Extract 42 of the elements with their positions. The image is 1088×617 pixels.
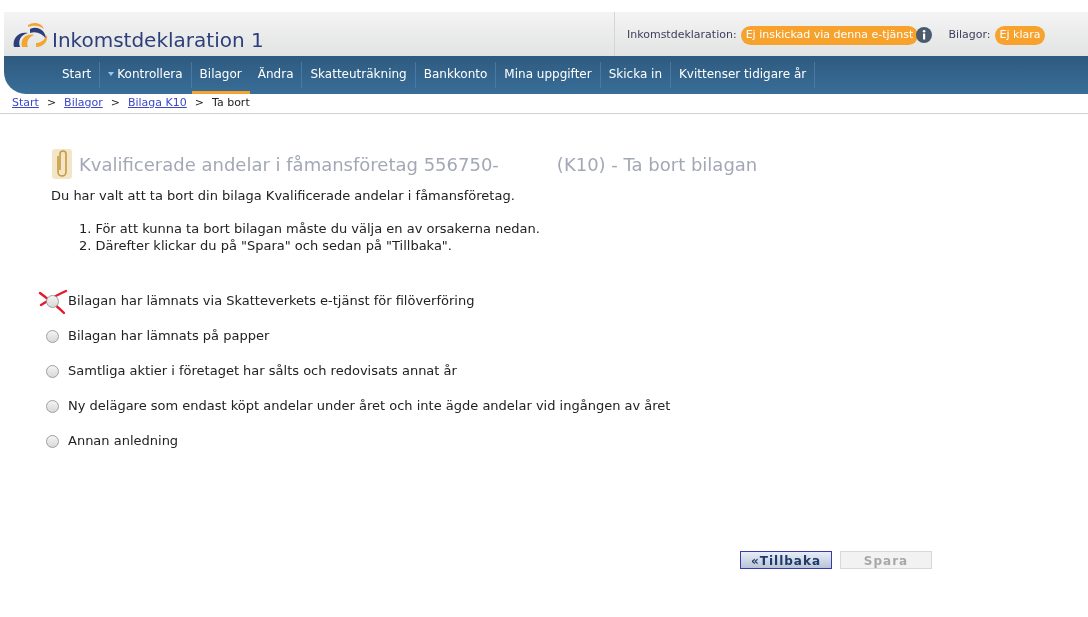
breadcrumb-link[interactable]: Bilaga K10	[127, 95, 187, 112]
page-title: Kvalificerade andelar i fåmansföretag 556750-	[79, 152, 499, 177]
breadcrumb-link[interactable]: Bilagor	[64, 95, 103, 112]
status-badge: Ej inskickad via denna e-tjänst	[740, 26, 919, 45]
page-title-suffix: (K10) - Ta bort bilagan	[556, 152, 758, 177]
radio-label: Annan anledning	[68, 432, 179, 451]
radio-button[interactable]	[46, 364, 59, 378]
nav-tab[interactable]: Bilagor	[191, 56, 250, 94]
nav-tab[interactable]: Skatteuträkning	[302, 56, 415, 94]
breadcrumb-separator: >	[110, 95, 120, 112]
nav-tab[interactable]: Kontrollera	[100, 56, 191, 94]
nav-tab[interactable]: Bankkonto	[415, 56, 496, 94]
status-badge: Ej klara	[994, 26, 1046, 45]
dropdown-caret-icon	[108, 71, 115, 76]
radio-button[interactable]	[46, 329, 59, 343]
step-text: Därefter klickar du på "Spara" och sedan på "Tillbaka".	[95, 236, 452, 254]
radio-button[interactable]	[46, 399, 59, 413]
breadcrumb-separator: >	[46, 95, 57, 112]
radio-label: Bilagan har lämnats på papper	[68, 327, 270, 346]
breadcrumb-link[interactable]: Start	[12, 95, 39, 112]
intro-text: Du har valt att ta bort din bilaga Kvalificerade andelar i fåmansföretag.	[51, 187, 516, 205]
nav-tab[interactable]: Ändra	[249, 56, 302, 94]
form-button[interactable]: «Tillbaka	[740, 550, 832, 569]
breadcrumb-separator: >	[194, 95, 204, 112]
nav-tab[interactable]: Start	[54, 56, 100, 94]
info-icon[interactable]	[916, 27, 933, 44]
nav-tab[interactable]: Skicka in	[600, 56, 670, 94]
radio-label: Bilagan har lämnats via Skatteverkets e-tjänst för filöverföring	[68, 292, 475, 311]
step-number: 1.	[79, 219, 92, 237]
status-label: Inkomstdeklaration:	[627, 27, 737, 43]
nav-tab[interactable]: Mina uppgifter	[496, 56, 600, 94]
breadcrumb-current: Ta bort	[212, 95, 250, 112]
radio-label: Ny delägare som endast köpt andelar under året och inte ägde andelar vid ingången av året	[68, 397, 671, 416]
app-title: Inkomstdeklaration 1	[52, 28, 264, 52]
radio-label: Samtliga aktier i företaget har sålts och redovisats annat år	[68, 362, 457, 381]
nav-tab[interactable]: Kvittenser tidigare år	[671, 56, 815, 94]
step-text: För att kunna ta bort bilagan måste du välja en av orsakerna nedan.	[95, 219, 540, 237]
status-label: Bilagor:	[948, 27, 991, 43]
paperclip-icon	[51, 148, 73, 180]
radio-button[interactable]	[46, 434, 59, 448]
step-number: 2.	[79, 236, 92, 254]
radio-button[interactable]	[46, 294, 59, 308]
